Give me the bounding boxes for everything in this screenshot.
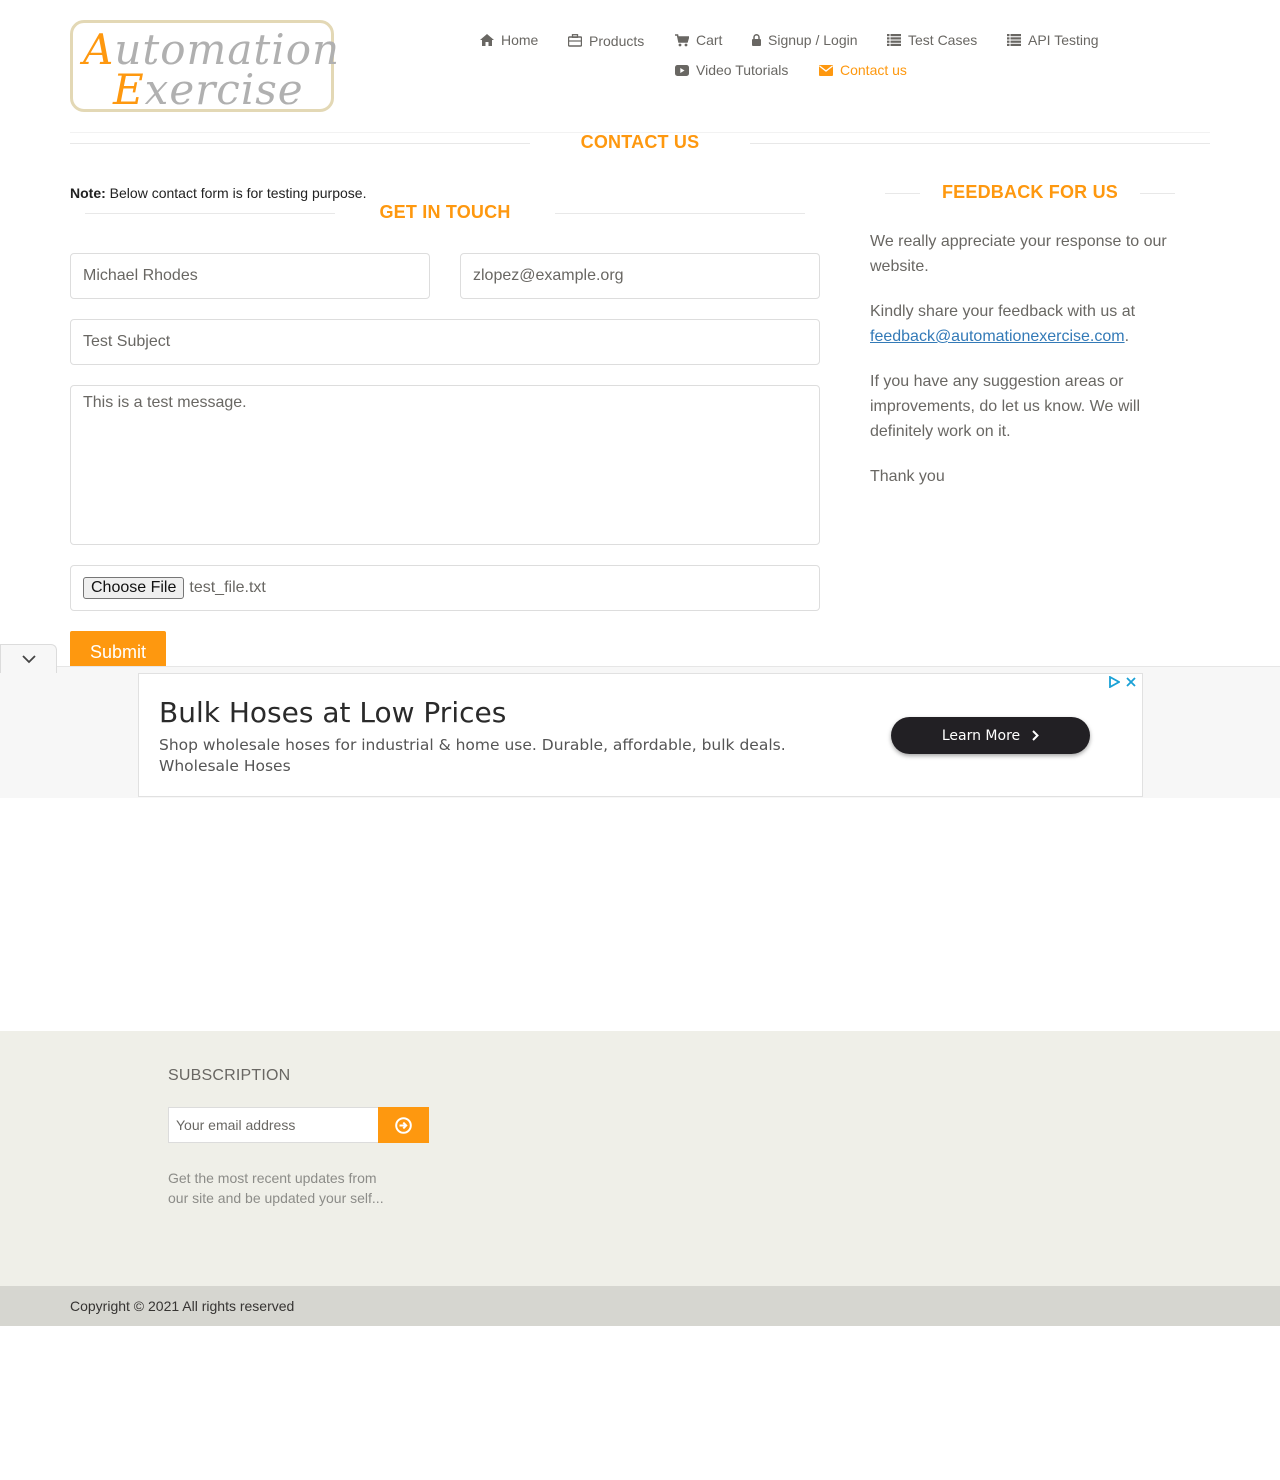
ad-description: Shop wholesale hoses for industrial & ho…: [159, 736, 786, 775]
nav-cart[interactable]: Cart: [675, 32, 722, 48]
briefcase-icon: [568, 33, 582, 47]
page-title: CONTACT US: [580, 132, 700, 152]
close-icon[interactable]: [1126, 677, 1136, 687]
lock-icon: [752, 34, 761, 46]
subscribe-button[interactable]: [378, 1107, 429, 1143]
title-rule-right: [750, 143, 1210, 144]
chevron-down-icon: [21, 654, 36, 663]
nav-products-label: Products: [589, 33, 645, 49]
nav-test-cases-label: Test Cases: [908, 32, 978, 48]
adchoices-icon[interactable]: [1108, 676, 1120, 688]
name-field[interactable]: Michael Rhodes: [70, 253, 430, 299]
ad-title: Bulk Hoses at Low Prices: [159, 696, 507, 729]
feedback-email-link[interactable]: feedback@automationexercise.com: [870, 328, 1125, 345]
ad-learn-more-button[interactable]: Learn More: [891, 717, 1090, 754]
note-label: Note:: [70, 185, 106, 201]
choose-file-button[interactable]: Choose File: [83, 577, 185, 599]
nav-api-testing-label: API Testing: [1028, 32, 1099, 48]
footer-divider: [55, 1030, 1225, 1031]
site-logo[interactable]: Automation Exercise: [70, 20, 339, 114]
ad-controls: [1108, 676, 1136, 688]
arrow-circle-right-icon: [395, 1116, 412, 1134]
ad-box[interactable]: Bulk Hoses at Low Prices Shop wholesale …: [138, 673, 1143, 797]
note-text: Below contact form is for testing purpos…: [105, 185, 367, 201]
get-in-touch-rule-right: [555, 213, 805, 214]
cart-icon: [675, 33, 689, 46]
nav-home[interactable]: Home: [480, 32, 538, 48]
feedback-paragraph-3: If you have any suggestion areas or impr…: [870, 373, 1141, 440]
email-field[interactable]: zlopez@example.org: [460, 253, 820, 299]
nav-home-label: Home: [501, 32, 539, 48]
home-icon: [480, 34, 494, 46]
get-in-touch-title: GET IN TOUCH: [379, 202, 511, 222]
nav-signup-login-label: Signup / Login: [768, 32, 858, 48]
feedback-paragraph-1: We really appreciate your response to ou…: [870, 233, 1167, 275]
form-note: Note: Below contact form is for testing …: [70, 185, 366, 201]
feedback-rule-right: [1140, 193, 1175, 194]
subscription-text: Get the most recent updates from our sit…: [168, 1170, 384, 1206]
title-rule-left: [70, 143, 530, 144]
get-in-touch-rule-left: [85, 213, 335, 214]
list-icon: [1007, 34, 1021, 46]
copyright-text: Copyright © 2021 All rights reserved: [70, 1298, 295, 1314]
feedback-thank-you: Thank you: [870, 468, 945, 485]
logo-line-exercise: Exercise: [113, 65, 304, 114]
nav-signup-login[interactable]: Signup / Login: [752, 32, 858, 48]
subscription-title: SUBSCRIPTION: [168, 1067, 291, 1084]
nav-api-testing[interactable]: API Testing: [1007, 32, 1099, 48]
nav-video-tutorials[interactable]: Video Tutorials: [675, 62, 788, 78]
envelope-icon: [819, 64, 833, 76]
feedback-rule-left: [885, 193, 920, 194]
feedback-title: FEEDBACK FOR US: [941, 182, 1118, 202]
nav-test-cases[interactable]: Test Cases: [887, 32, 977, 48]
ad-collapse-tab[interactable]: [0, 644, 57, 673]
nav-video-tutorials-label: Video Tutorials: [696, 62, 789, 78]
chevron-right-icon: [1032, 730, 1040, 741]
youtube-icon: [675, 64, 689, 76]
list-icon: [887, 34, 901, 46]
nav-contact-us-label: Contact us: [840, 62, 907, 78]
file-name-label: test_file.txt: [189, 579, 266, 596]
message-textarea[interactable]: This is a test message.: [70, 385, 820, 545]
nav-cart-label: Cart: [696, 32, 723, 48]
feedback-paragraph-2: Kindly share your feedback with us at fe…: [870, 303, 1136, 345]
nav-products[interactable]: Products: [568, 31, 644, 49]
subject-field[interactable]: Test Subject: [70, 319, 820, 365]
file-upload-field: Choose File test_file.txt: [70, 565, 820, 611]
subscription-email-input[interactable]: Your email address: [168, 1107, 379, 1143]
ad-learn-more-label: Learn More: [941, 727, 1021, 744]
nav-contact-us[interactable]: Contact us: [819, 62, 907, 78]
